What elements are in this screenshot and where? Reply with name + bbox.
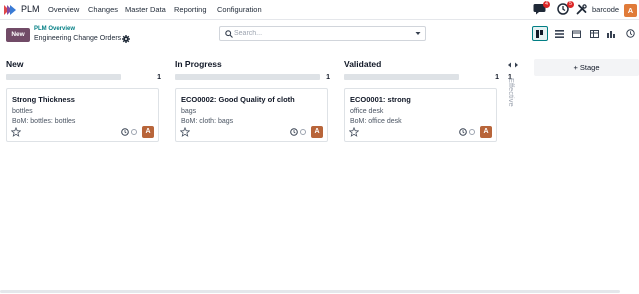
expand-arrows-icon[interactable]: [508, 61, 518, 69]
new-button[interactable]: New: [6, 28, 30, 42]
kanban-card[interactable]: ECO0002: Good Quality of cloth bags BoM:…: [175, 88, 328, 142]
caret-down-icon[interactable]: [411, 27, 425, 40]
column-title[interactable]: New: [6, 59, 23, 69]
avatar[interactable]: A: [311, 126, 323, 138]
card-bom: BoM: office desk: [350, 118, 402, 125]
star-icon[interactable]: [11, 127, 21, 137]
avatar[interactable]: A: [480, 126, 492, 138]
search-icon: [225, 30, 233, 38]
activity-view-button[interactable]: [622, 26, 638, 41]
card-title: ECO0001: strong: [350, 95, 411, 104]
status-dot[interactable]: [469, 129, 475, 135]
card-product: office desk: [350, 108, 384, 115]
gear-icon[interactable]: [122, 35, 130, 43]
kanban-icon: [535, 29, 543, 38]
column-progress-bar[interactable]: [344, 74, 459, 80]
star-icon[interactable]: [180, 127, 190, 137]
column-count: 1: [326, 74, 330, 81]
search-box[interactable]: [219, 26, 426, 41]
card-product: bottles: [12, 108, 33, 115]
page-title: Engineering Change Orders: [34, 35, 122, 42]
menu-overview[interactable]: Overview: [48, 5, 79, 14]
card-bom: BoM: bottles: bottles: [12, 118, 76, 125]
column-title[interactable]: Validated: [344, 59, 381, 69]
folded-column-effective[interactable]: Effective: [507, 78, 516, 107]
horizontal-scrollbar[interactable]: [0, 290, 620, 293]
column-count: 1: [495, 74, 499, 81]
card-bom: BoM: cloth: bags: [181, 118, 234, 125]
list-icon: [554, 29, 564, 38]
clock-icon: [625, 29, 635, 38]
kanban-view-button[interactable]: [532, 26, 548, 41]
user-avatar[interactable]: A: [624, 4, 637, 17]
pivot-view-button[interactable]: [586, 26, 602, 41]
star-icon[interactable]: [349, 127, 359, 137]
table-icon: [589, 29, 599, 38]
column-title[interactable]: In Progress: [175, 59, 222, 69]
graph-view-button[interactable]: [603, 26, 619, 41]
add-stage-button[interactable]: + Stage: [534, 59, 639, 76]
chart-icon: [606, 30, 615, 38]
tools-icon[interactable]: [576, 4, 587, 15]
clock-icon[interactable]: [121, 128, 129, 136]
clock-icon[interactable]: [290, 128, 298, 136]
messages-count-badge: 4: [543, 1, 550, 8]
calendar-icon: [571, 30, 581, 38]
card-title: ECO0002: Good Quality of cloth: [181, 95, 295, 104]
column-progress-bar[interactable]: [175, 74, 320, 80]
menu-reporting[interactable]: Reporting: [174, 5, 207, 14]
clock-icon[interactable]: [459, 128, 467, 136]
top-navbar: PLM Overview Changes Master Data Reporti…: [0, 0, 639, 20]
column-progress-bar[interactable]: [6, 74, 121, 80]
company-switcher[interactable]: barcode: [592, 5, 619, 14]
card-product: bags: [181, 108, 197, 115]
kanban-card[interactable]: ECO0001: strong office desk BoM: office …: [344, 88, 497, 142]
column-count: 1: [157, 74, 161, 81]
menu-master-data[interactable]: Master Data: [125, 5, 166, 14]
status-dot[interactable]: [131, 129, 137, 135]
breadcrumb-parent[interactable]: PLM Overview: [34, 26, 75, 32]
messages-button[interactable]: 4: [533, 1, 550, 17]
search-input[interactable]: [234, 28, 404, 39]
app-name[interactable]: PLM: [21, 4, 40, 14]
menu-configuration[interactable]: Configuration: [217, 5, 262, 14]
activities-count-badge: 5: [567, 1, 574, 8]
kanban-card[interactable]: Strong Thickness bottles BoM: bottles: b…: [6, 88, 159, 142]
menu-changes[interactable]: Changes: [88, 5, 118, 14]
plm-app-icon[interactable]: [4, 5, 16, 15]
avatar[interactable]: A: [142, 126, 154, 138]
activities-button[interactable]: 5: [557, 1, 574, 17]
status-dot[interactable]: [300, 129, 306, 135]
calendar-view-button[interactable]: [568, 26, 584, 41]
list-view-button[interactable]: [551, 26, 567, 41]
card-title: Strong Thickness: [12, 95, 75, 104]
